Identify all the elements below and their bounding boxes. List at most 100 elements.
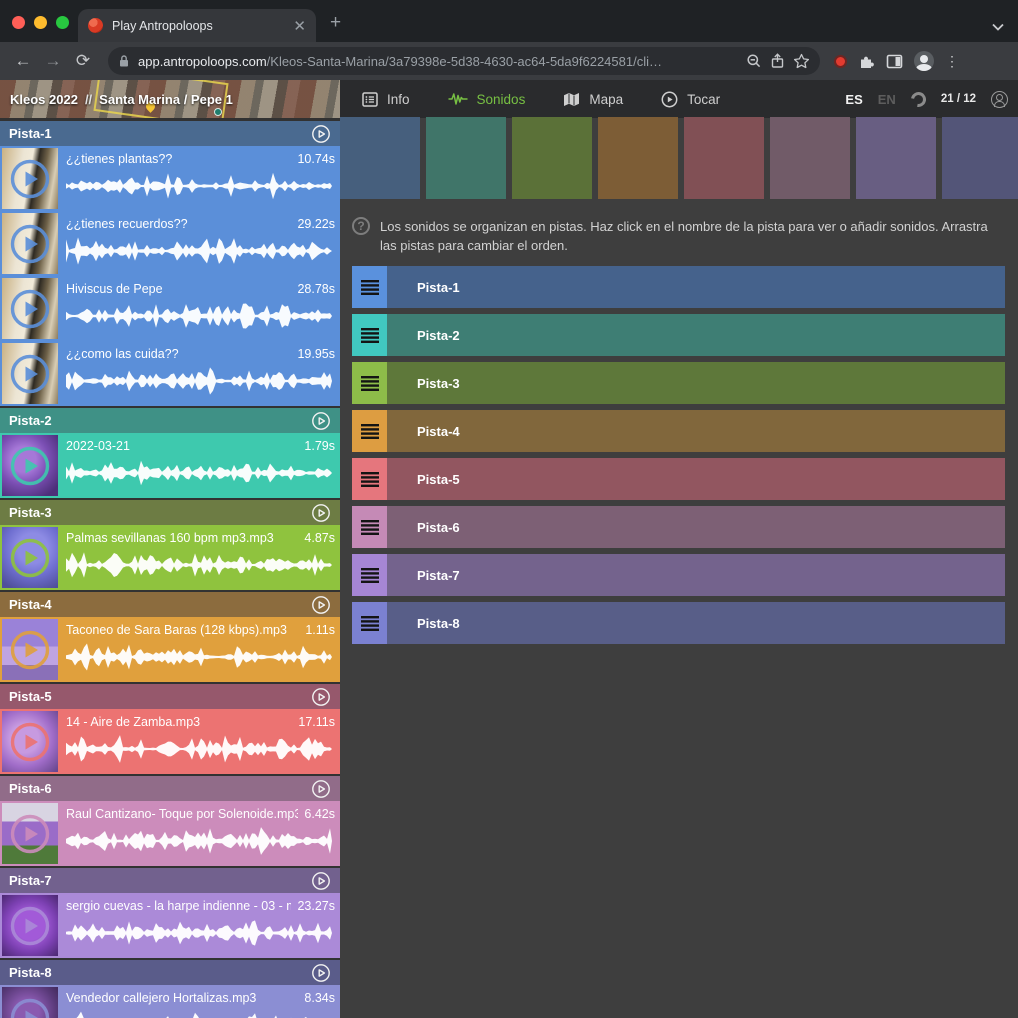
track-row-pista-4[interactable]: Pista-4 — [352, 410, 1005, 452]
sound-item[interactable]: ¿¿tienes plantas?? 10.74s — [0, 146, 340, 211]
waveform[interactable] — [66, 825, 332, 857]
track-color-swatch[interactable] — [598, 117, 678, 199]
extensions-puzzle-icon[interactable] — [858, 53, 875, 70]
track-play-button[interactable] — [311, 779, 331, 799]
browser-menu-icon[interactable]: ⋮ — [945, 59, 951, 64]
sound-item[interactable]: sergio cuevas - la harpe indienne - 03 -… — [0, 893, 340, 958]
sound-item[interactable]: ¿¿como las cuida?? 19.95s — [0, 341, 340, 406]
track-header[interactable]: Pista-2 — [0, 408, 340, 433]
side-panel-icon[interactable] — [886, 53, 903, 70]
waveform[interactable] — [66, 917, 332, 949]
drag-handle[interactable] — [352, 362, 387, 404]
sound-thumbnail[interactable] — [2, 895, 58, 956]
address-bar[interactable]: app.antropoloops.com/Kleos-Santa-Marina/… — [108, 47, 820, 75]
track-row-pista-3[interactable]: Pista-3 — [352, 362, 1005, 404]
bookmark-star-icon[interactable] — [793, 53, 810, 69]
sound-thumbnail[interactable] — [2, 343, 58, 404]
track-row-pista-8[interactable]: Pista-8 — [352, 602, 1005, 644]
browser-profile-avatar[interactable] — [914, 51, 934, 71]
sound-item[interactable]: 14 - Aire de Zamba.mp3 17.11s — [0, 709, 340, 774]
drag-handle[interactable] — [352, 554, 387, 596]
track-header[interactable]: Pista-1 — [0, 121, 340, 146]
sound-thumbnail[interactable] — [2, 435, 58, 496]
sound-thumbnail[interactable] — [2, 527, 58, 588]
track-header[interactable]: Pista-7 — [0, 868, 340, 893]
track-play-button[interactable] — [311, 411, 331, 431]
browser-tab[interactable]: Play Antropoloops ✕ — [78, 9, 316, 42]
sound-item[interactable]: Taconeo de Sara Baras (128 kbps).mp3 1.1… — [0, 617, 340, 682]
sound-thumbnail[interactable] — [2, 987, 58, 1018]
waveform[interactable] — [66, 300, 332, 332]
waveform[interactable] — [66, 549, 332, 581]
drag-handle[interactable] — [352, 506, 387, 548]
waveform[interactable] — [66, 1009, 332, 1018]
sound-item[interactable]: Palmas sevillanas 160 bpm mp3.mp3 4.87s — [0, 525, 340, 590]
sound-item[interactable]: Raul Cantizano- Toque por Solenoide.mp3 … — [0, 801, 340, 866]
track-header[interactable]: Pista-3 — [0, 500, 340, 525]
back-button[interactable]: ← — [10, 51, 36, 71]
track-row-pista-2[interactable]: Pista-2 — [352, 314, 1005, 356]
breadcrumb-project[interactable]: Kleos 2022 — [10, 92, 78, 107]
sound-item[interactable]: Hiviscus de Pepe 28.78s — [0, 276, 340, 341]
waveform[interactable] — [66, 733, 332, 765]
track-color-swatch[interactable] — [942, 117, 1018, 199]
waveform[interactable] — [66, 641, 332, 673]
new-tab-button[interactable]: + — [330, 13, 341, 32]
sound-item[interactable]: Vendedor callejero Hortalizas.mp3 8.34s — [0, 985, 340, 1018]
track-header[interactable]: Pista-6 — [0, 776, 340, 801]
sound-thumbnail[interactable] — [2, 711, 58, 772]
sound-thumbnail[interactable] — [2, 803, 58, 864]
minimize-window-button[interactable] — [34, 16, 47, 29]
track-play-button[interactable] — [311, 595, 331, 615]
track-color-swatch[interactable] — [770, 117, 850, 199]
waveform[interactable] — [66, 457, 332, 489]
record-extension-icon[interactable] — [834, 55, 847, 68]
track-row-pista-6[interactable]: Pista-6 — [352, 506, 1005, 548]
lang-en-button[interactable]: EN — [878, 92, 896, 107]
forward-button[interactable]: → — [40, 51, 66, 71]
waveform[interactable] — [66, 235, 332, 267]
tab-mapa[interactable]: Mapa — [563, 92, 623, 107]
tab-sonidos[interactable]: Sonidos — [448, 92, 526, 107]
sound-item[interactable]: ¿¿tienes recuerdos?? 29.22s — [0, 211, 340, 276]
sound-thumbnail[interactable] — [2, 213, 58, 274]
track-play-button[interactable] — [311, 687, 331, 707]
tab-search-chevron-icon[interactable] — [992, 18, 1004, 36]
track-color-swatch[interactable] — [684, 117, 764, 199]
tab-tocar[interactable]: Tocar — [661, 91, 720, 108]
reload-button[interactable]: ⟳ — [70, 51, 96, 71]
share-icon[interactable] — [770, 53, 785, 69]
drag-handle[interactable] — [352, 458, 387, 500]
zoom-out-icon[interactable] — [746, 53, 762, 69]
waveform[interactable] — [66, 365, 332, 397]
track-color-swatch[interactable] — [340, 117, 420, 199]
breadcrumb[interactable]: Kleos 2022 // Santa Marina / Pepe 1 — [0, 92, 340, 107]
close-window-button[interactable] — [12, 16, 25, 29]
track-play-button[interactable] — [311, 871, 331, 891]
drag-handle[interactable] — [352, 266, 387, 308]
sound-thumbnail[interactable] — [2, 619, 58, 680]
sound-thumbnail[interactable] — [2, 148, 58, 209]
sound-item[interactable]: 2022-03-21 1.79s — [0, 433, 340, 498]
waveform[interactable] — [66, 170, 332, 202]
drag-handle[interactable] — [352, 602, 387, 644]
track-play-button[interactable] — [311, 963, 331, 983]
lang-es-button[interactable]: ES — [845, 92, 862, 107]
track-color-swatch[interactable] — [426, 117, 506, 199]
track-color-swatch[interactable] — [512, 117, 592, 199]
track-row-pista-1[interactable]: Pista-1 — [352, 266, 1005, 308]
track-color-swatch[interactable] — [856, 117, 936, 199]
track-header[interactable]: Pista-5 — [0, 684, 340, 709]
fullscreen-window-button[interactable] — [56, 16, 69, 29]
drag-handle[interactable] — [352, 410, 387, 452]
account-icon[interactable] — [991, 91, 1008, 108]
tab-info[interactable]: Info — [362, 92, 410, 107]
track-header[interactable]: Pista-4 — [0, 592, 340, 617]
sound-thumbnail[interactable] — [2, 278, 58, 339]
track-header[interactable]: Pista-8 — [0, 960, 340, 985]
drag-handle[interactable] — [352, 314, 387, 356]
track-play-button[interactable] — [311, 503, 331, 523]
track-row-pista-7[interactable]: Pista-7 — [352, 554, 1005, 596]
track-play-button[interactable] — [311, 124, 331, 144]
track-row-pista-5[interactable]: Pista-5 — [352, 458, 1005, 500]
